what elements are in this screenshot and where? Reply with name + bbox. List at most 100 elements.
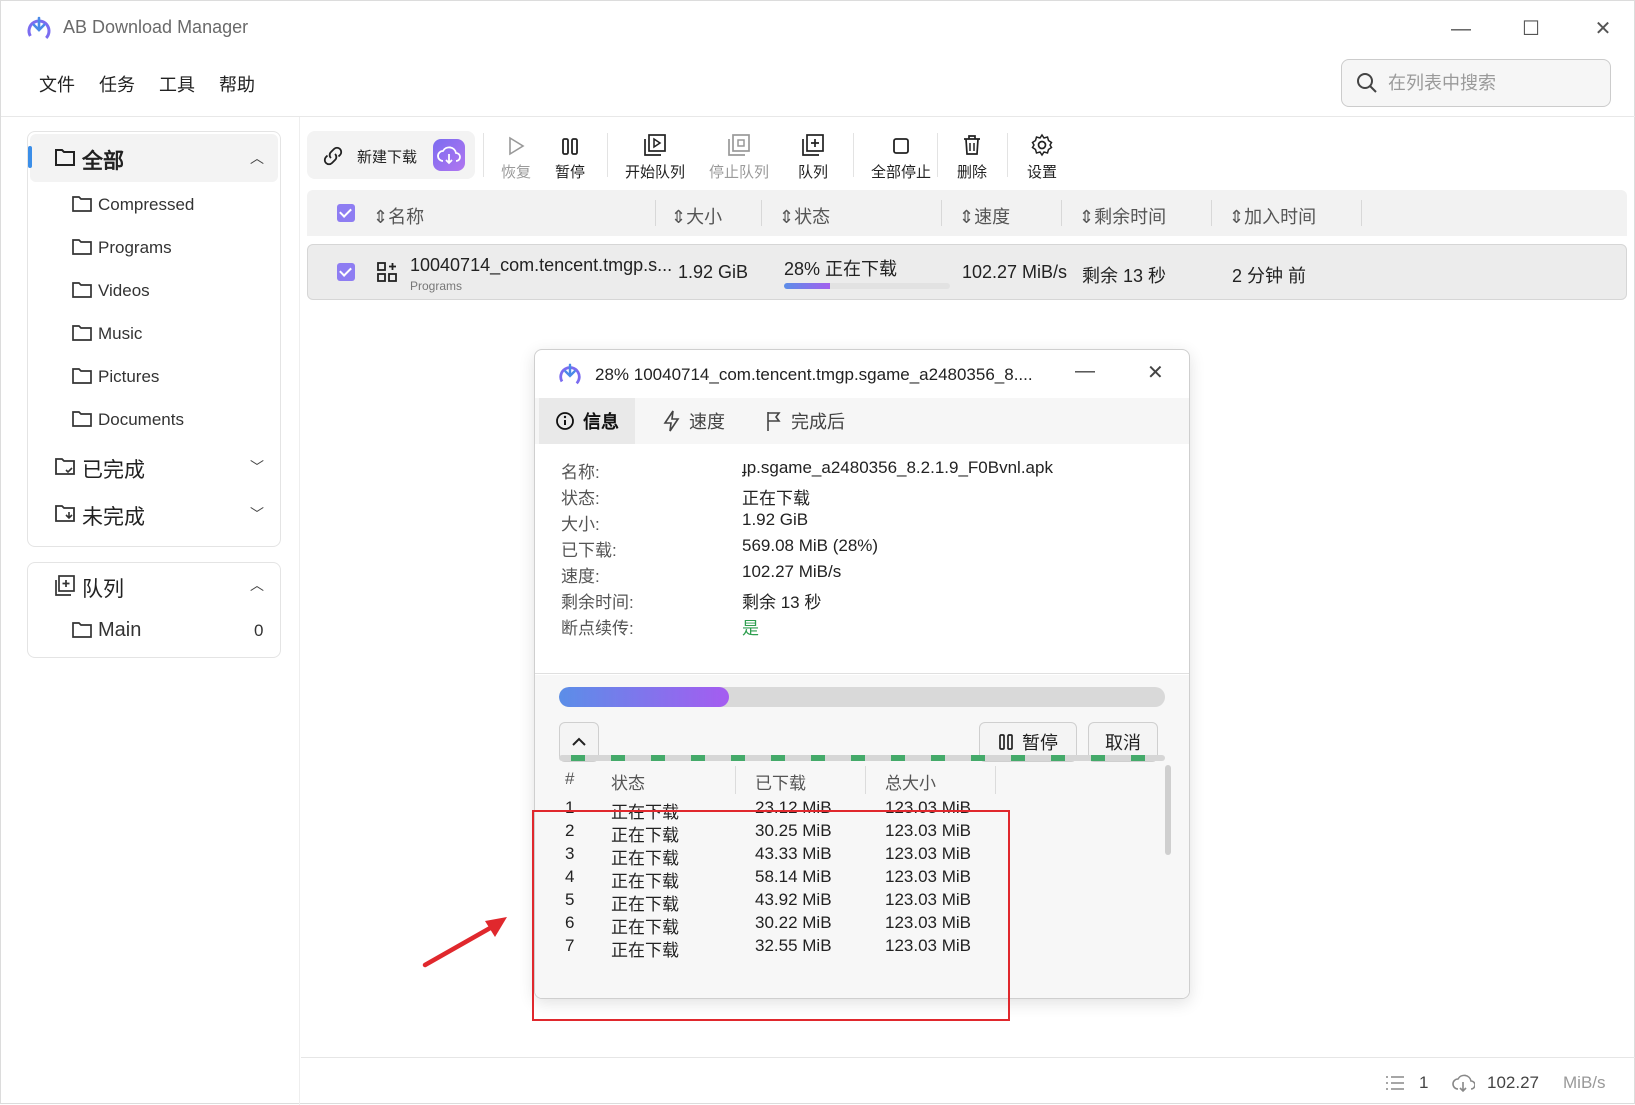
- menu-tools[interactable]: 工具: [159, 71, 195, 97]
- stop-queue-label: 停止队列: [708, 164, 769, 181]
- info-value: 1.92 GiB: [742, 510, 809, 529]
- sidebar-item-videos[interactable]: Videos: [28, 270, 280, 314]
- add-queue-icon: [802, 134, 824, 156]
- new-download-label: 新建下载: [357, 149, 418, 166]
- sidebar-item-pictures[interactable]: Pictures: [28, 356, 280, 400]
- sidebar-item-music[interactable]: Music: [28, 313, 280, 357]
- folder-icon: [72, 239, 92, 255]
- settings-button[interactable]: 设置: [1017, 129, 1067, 183]
- folder-icon: [72, 411, 92, 427]
- stop-all-button[interactable]: 全部停止: [863, 129, 939, 183]
- stop-queue-button[interactable]: 停止队列: [701, 129, 777, 183]
- divider: [607, 133, 608, 177]
- search-box[interactable]: [1341, 59, 1611, 107]
- pause-button[interactable]: 暂停: [545, 129, 595, 183]
- file-remaining: 剩余 13 秒: [1082, 266, 1167, 286]
- minimize-button[interactable]: —: [1441, 13, 1481, 45]
- menu-tasks[interactable]: 任务: [99, 71, 135, 97]
- sidebar-item-label: 未完成: [82, 506, 145, 529]
- column-remaining-header[interactable]: ⇕剩余时间: [1079, 203, 1166, 229]
- part-segment: [891, 755, 905, 761]
- flag-icon: [767, 412, 781, 431]
- tab-on-complete[interactable]: 完成后: [749, 398, 861, 444]
- app-logo-icon: [27, 16, 51, 43]
- folder-icon: [55, 149, 75, 166]
- active-indicator: [28, 146, 32, 168]
- start-queue-button[interactable]: 开始队列: [617, 129, 693, 183]
- play-icon: [509, 136, 525, 156]
- info-icon: [556, 412, 574, 430]
- pause-label: 暂停: [554, 164, 585, 181]
- sidebar-item-label: Videos: [98, 281, 150, 300]
- info-key: 速度:: [561, 567, 600, 586]
- column-header-label: 名称: [388, 207, 425, 227]
- cancel-label: 取消: [1105, 733, 1141, 753]
- maximize-button[interactable]: ☐: [1511, 13, 1551, 45]
- part-segment: [811, 755, 825, 761]
- divider: [937, 133, 938, 177]
- dialog-close-button[interactable]: ✕: [1147, 360, 1164, 385]
- row-checkbox[interactable]: [337, 263, 355, 281]
- resume-button[interactable]: 恢复: [491, 129, 541, 183]
- part-segment: [1131, 755, 1145, 761]
- list-icon: [1386, 1076, 1404, 1090]
- divider: [735, 766, 736, 794]
- info-value: 剩余 13 秒: [742, 593, 822, 612]
- column-size-header[interactable]: ⇕大小: [671, 203, 722, 229]
- folder-icon: [72, 622, 92, 638]
- parts-header-total: 总大小: [885, 774, 936, 793]
- chevron-up-icon[interactable]: ︿: [250, 575, 264, 595]
- column-name-header[interactable]: ⇕名称: [373, 203, 424, 229]
- folder-check-icon: [55, 458, 75, 475]
- menu-file[interactable]: 文件: [39, 71, 75, 97]
- column-speed-header[interactable]: ⇕速度: [959, 203, 1010, 229]
- select-all-checkbox[interactable]: [337, 204, 355, 222]
- part-segment: [731, 755, 745, 761]
- table-row[interactable]: 10040714_com.tencent.tmgp.s... Programs …: [307, 244, 1627, 300]
- info-value: 102.27 MiB/s: [742, 562, 842, 581]
- column-header-label: 大小: [686, 207, 723, 227]
- dialog-title: 28% 10040714_com.tencent.tmgp.sgame_a248…: [595, 365, 1033, 384]
- cloud-download-icon[interactable]: [433, 139, 465, 171]
- divider: [1, 116, 1635, 117]
- resume-support-value: 是: [742, 619, 759, 638]
- column-status-header[interactable]: ⇕状态: [779, 203, 830, 229]
- queue-name: Main: [98, 619, 142, 641]
- sidebar-item-finished[interactable]: 已完成 ﹀: [28, 445, 280, 489]
- close-button[interactable]: ✕: [1583, 13, 1623, 45]
- parts-scrollbar[interactable]: [1165, 765, 1171, 855]
- sidebar-item-compressed[interactable]: Compressed: [28, 184, 280, 228]
- sidebar-item-programs[interactable]: Programs: [28, 227, 280, 271]
- sidebar-item-label: Programs: [98, 238, 172, 257]
- search-input[interactable]: [1388, 68, 1598, 98]
- sidebar-item-unfinished[interactable]: 未完成 ﹀: [28, 492, 280, 536]
- divider: [299, 117, 300, 1105]
- part-segment: [771, 755, 785, 761]
- delete-button[interactable]: 删除: [947, 129, 997, 183]
- divider: [865, 766, 866, 794]
- app-title: AB Download Manager: [63, 17, 249, 37]
- app-logo-icon: [559, 363, 581, 388]
- new-download-button[interactable]: 新建下载: [307, 131, 475, 179]
- download-info-panel: 名称: ɟp.sgame_a2480356_8.2.1.9_F0Bvnl.apk…: [535, 444, 1189, 674]
- queue-item-main[interactable]: Main 0: [28, 609, 280, 653]
- tab-speed[interactable]: 速度: [647, 398, 741, 444]
- menu-help[interactable]: 帮助: [219, 71, 255, 97]
- column-added-header[interactable]: ⇕加入时间: [1229, 203, 1316, 229]
- total-speed-value: 102.27: [1487, 1073, 1539, 1092]
- queue-button[interactable]: 队列: [785, 129, 841, 183]
- queue-header[interactable]: 队列 ︿: [28, 563, 280, 607]
- gear-icon: [1031, 133, 1053, 157]
- dialog-minimize-button[interactable]: —: [1075, 360, 1095, 383]
- lightning-icon: [663, 410, 680, 432]
- info-key: 断点续传:: [561, 619, 634, 638]
- sidebar-item-label: 队列: [82, 578, 124, 601]
- sidebar-item-documents[interactable]: Documents: [28, 399, 280, 443]
- sidebar-item-all[interactable]: 全部 ︿: [28, 132, 280, 184]
- tab-info[interactable]: 信息: [539, 398, 635, 444]
- tab-label: 速度: [689, 412, 725, 432]
- chevron-down-icon[interactable]: ﹀: [250, 457, 264, 477]
- chevron-up-icon[interactable]: ︿: [250, 148, 264, 168]
- chevron-down-icon[interactable]: ﹀: [250, 504, 264, 524]
- divider: [761, 200, 762, 226]
